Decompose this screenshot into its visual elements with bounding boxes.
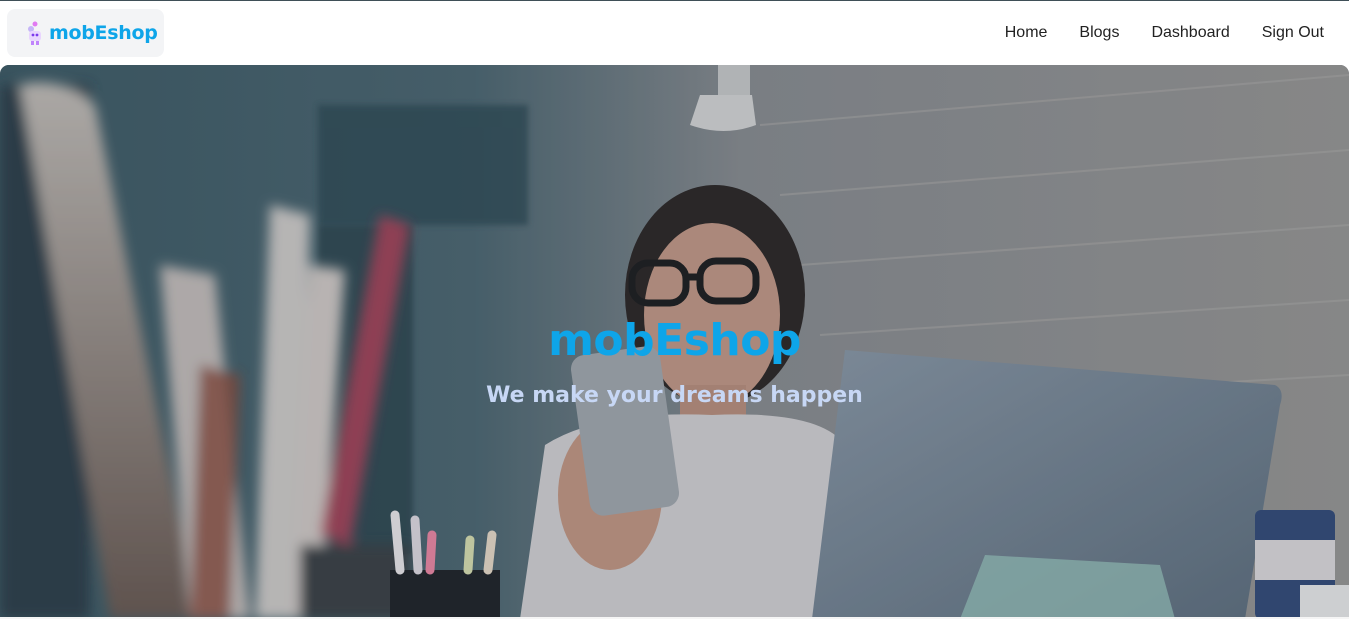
main-nav: Home Blogs Dashboard Sign Out xyxy=(1005,1,1324,65)
nav-home[interactable]: Home xyxy=(1005,24,1048,42)
hero-title: mobEshop xyxy=(548,315,801,366)
navbar: mobEshop Home Blogs Dashboard Sign Out xyxy=(0,1,1349,65)
hero-content: mobEshop We make your dreams happen xyxy=(0,311,1349,411)
hero-subtitle: We make your dreams happen xyxy=(486,383,863,408)
robot-mascot-icon xyxy=(28,21,41,45)
hero-banner: mobEshop We make your dreams happen xyxy=(0,65,1349,619)
brand-link[interactable]: mobEshop xyxy=(7,9,164,57)
brand-name: mobEshop xyxy=(49,22,158,44)
nav-dashboard[interactable]: Dashboard xyxy=(1151,24,1229,42)
nav-sign-out[interactable]: Sign Out xyxy=(1262,24,1324,42)
nav-blogs[interactable]: Blogs xyxy=(1079,24,1119,42)
